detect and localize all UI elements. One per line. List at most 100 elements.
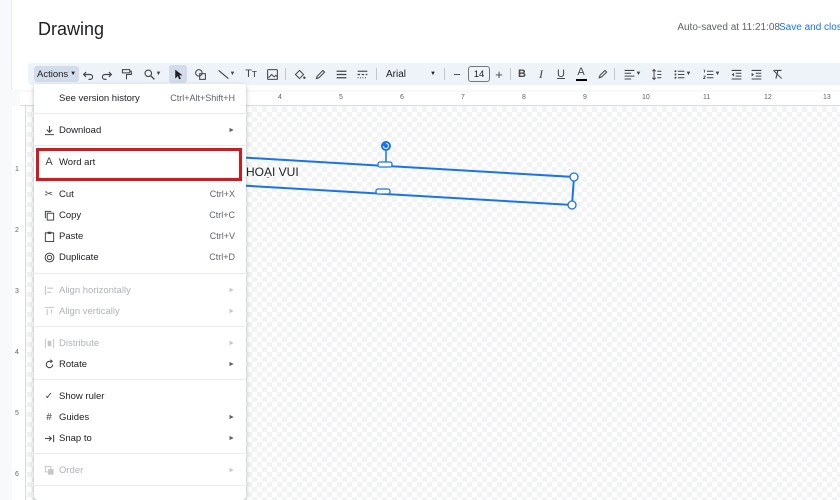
toolbar-divider [614,68,615,80]
fill-color-button[interactable] [290,63,308,85]
actions-menu: See version history Ctrl+Alt+Shift+H Dow… [34,84,246,500]
menu-item-rotate[interactable]: Rotate ► [34,354,246,374]
font-size-input[interactable]: 14 [468,66,490,82]
vertical-ruler[interactable]: 1 2 3 4 5 6 [12,106,26,500]
download-icon [43,124,55,136]
ruler-label: 8 [522,94,526,101]
menu-item-version-history[interactable]: See version history Ctrl+Alt+Shift+H [34,88,246,108]
decrease-indent-button[interactable] [728,63,744,85]
resize-handle-corner[interactable] [569,172,579,182]
menu-item-show-ruler[interactable]: ✓ Show ruler [34,386,246,406]
redo-icon [101,71,112,80]
align-vertical-icon [43,305,55,317]
caret-down-icon: ▼ [635,71,642,77]
toolbar-divider [285,68,286,80]
border-dash-icon [357,70,367,78]
menu-item-cut[interactable]: ✂ Cut Ctrl+X [34,184,246,204]
caret-down-icon: ▼ [155,71,162,77]
caret-down-icon: ▼ [229,71,236,77]
clear-formatting-button[interactable] [769,63,785,85]
ruler-label: 12 [764,94,772,101]
bulleted-list-icon [673,69,684,79]
numbered-list-button[interactable]: ▼ [698,63,724,85]
menu-item-distribute[interactable]: Distribute ► [34,333,246,353]
increase-indent-icon [751,69,761,79]
submenu-arrow-icon: ► [228,466,235,474]
line-spacing-button[interactable] [648,63,664,85]
menu-item-snap-to[interactable]: Snap to ► [34,428,246,448]
line-tool-button[interactable]: ▼ [212,63,240,85]
rotate-handle[interactable] [381,141,391,151]
menu-item-align-horizontally[interactable]: Align horizontally ► [34,280,246,300]
actions-menu-button[interactable]: Actions ▼ [34,66,80,82]
menu-item-guides[interactable]: # Guides ► [34,407,246,427]
resize-handle-bottom[interactable] [375,188,391,195]
ruler-label: 4 [278,94,282,101]
header: Drawing Auto-saved at 11:21:08 Save and … [0,0,840,58]
text-box-button[interactable]: Tт [242,63,260,85]
color-swatch [575,79,587,81]
pencil-icon [315,69,325,79]
toolbar-divider [376,68,377,80]
ruler-label: 2 [15,227,19,234]
decrease-font-size-button[interactable]: − [450,63,464,85]
menu-divider [34,145,246,146]
border-weight-icon [336,70,346,78]
resize-handle-top[interactable] [377,161,393,168]
bold-button[interactable]: B [514,63,530,85]
select-tool-button[interactable] [169,65,187,83]
ruler-label: 1 [15,166,19,173]
menu-divider [34,326,246,327]
paint-format-icon [121,68,132,79]
increase-font-size-button[interactable]: + [492,63,506,85]
font-select[interactable]: Arial ▼ [382,63,440,85]
order-icon [43,464,55,476]
text-color-button[interactable]: A [573,63,589,85]
border-color-button[interactable] [311,63,329,85]
shape-text: HOẠI VUI [246,165,299,179]
increase-indent-button[interactable] [748,63,764,85]
menu-item-align-vertically[interactable]: Align vertically ► [34,301,246,321]
menu-divider [34,485,246,486]
scissors-icon: ✂ [44,188,54,200]
rotate-icon [43,358,55,370]
toolbar-divider [510,68,511,80]
align-button[interactable]: ▼ [620,63,644,85]
word-art-highlight [36,148,242,181]
menu-item-copy[interactable]: Copy Ctrl+C [34,205,246,225]
distribute-icon [43,337,55,349]
caret-down-icon: ▼ [714,71,721,77]
highlight-color-button[interactable] [594,63,610,85]
menu-item-duplicate[interactable]: Duplicate Ctrl+D [34,247,246,267]
plus-icon: + [495,66,503,82]
resize-handle-corner[interactable] [567,200,577,210]
caret-down-icon: ▼ [430,71,436,77]
paint-format-button[interactable] [118,63,134,85]
bulleted-list-button[interactable]: ▼ [669,63,695,85]
ruler-label: 6 [400,94,404,101]
selected-shape[interactable] [199,135,600,225]
menu-divider [34,113,246,114]
ruler-label: 10 [642,94,650,101]
zoom-icon [143,68,155,80]
submenu-arrow-icon: ► [228,126,235,134]
clear-formatting-icon [772,69,782,79]
undo-button[interactable] [80,63,96,85]
insert-image-button[interactable] [263,63,281,85]
menu-item-download[interactable]: Download ► [34,120,246,140]
zoom-button[interactable]: ▼ [140,63,164,85]
menu-item-order[interactable]: Order ► [34,460,246,480]
border-dash-button[interactable] [353,63,371,85]
line-spacing-icon [651,68,661,80]
redo-button[interactable] [98,63,114,85]
submenu-arrow-icon: ► [228,360,235,368]
italic-button[interactable]: I [533,63,549,85]
shape-tool-button[interactable] [191,63,209,85]
underline-button[interactable]: U [553,63,569,85]
border-weight-button[interactable] [332,63,350,85]
caret-down-icon: ▼ [70,71,77,77]
menu-item-paste[interactable]: Paste Ctrl+V [34,226,246,246]
minus-icon: − [453,66,461,82]
ruler-label: 9 [583,94,587,101]
save-and-close-button[interactable]: Save and close [779,22,840,33]
